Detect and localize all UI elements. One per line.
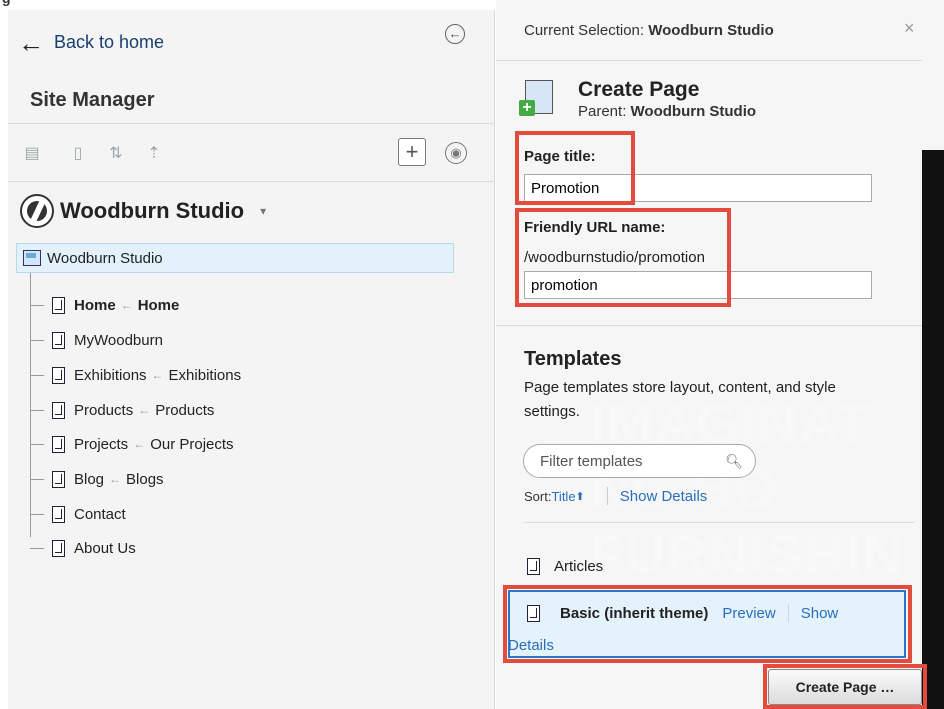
filter-templates-input[interactable]: Filter templates 🔍︎: [523, 444, 756, 478]
sort-label: Sort:: [524, 488, 552, 504]
tree-item-blog[interactable]: Blog ← Blogs: [30, 462, 164, 496]
templates-description: Page templates store layout, content, an…: [524, 379, 836, 420]
tree-item-home[interactable]: Home ← Home: [30, 288, 179, 322]
site-root-icon: [23, 250, 41, 266]
current-selection: Current Selection: Woodburn Studio: [524, 22, 774, 39]
sort-title-link[interactable]: Title: [551, 489, 575, 504]
page-icon: [52, 470, 65, 488]
site-name: Woodburn Studio: [60, 198, 245, 223]
sort-asc-icon[interactable]: ⬆: [576, 490, 585, 503]
tree-item-projects[interactable]: Projects ← Our Projects: [30, 427, 234, 461]
tree-item-label: Products: [74, 401, 134, 419]
site-selector[interactable]: Woodburn Studio ▾: [20, 194, 266, 228]
tree-root-item[interactable]: Woodburn Studio: [16, 243, 454, 273]
tree-item-alias: Home: [137, 296, 180, 314]
move-up-down-icon[interactable]: ⇅: [106, 144, 126, 164]
arrow-left-icon: ←: [109, 472, 122, 486]
tree-item-about-us[interactable]: About Us: [30, 531, 136, 565]
tree-item-contact[interactable]: Contact: [30, 497, 126, 531]
highlight-box: [515, 131, 635, 205]
tree-root-label: Woodburn Studio: [47, 249, 163, 267]
page-icon: [52, 366, 65, 384]
arrow-left-icon: ←: [138, 403, 151, 417]
divider: [8, 123, 495, 124]
tree-item-mywoodburn[interactable]: MyWoodburn: [30, 323, 163, 357]
tree-item-label: Exhibitions: [74, 366, 147, 384]
plus-icon: +: [519, 100, 535, 116]
tree-item-alias: Exhibitions: [168, 366, 242, 384]
tree-item-alias: Products: [155, 401, 215, 419]
tree-item-label: Contact: [74, 505, 126, 523]
arrow-left-icon: ←: [133, 437, 146, 451]
site-map-icon[interactable]: ▤: [22, 144, 42, 164]
filter-placeholder: Filter templates: [540, 452, 643, 470]
tree-item-label: MyWoodburn: [74, 331, 163, 349]
tree-item-products[interactable]: Products ← Products: [30, 393, 214, 427]
highlight-box: [763, 664, 927, 709]
collapse-panel-icon[interactable]: ←: [445, 24, 465, 44]
page-icon: [52, 505, 65, 523]
tree-item-alias: Our Projects: [150, 435, 234, 453]
back-link-label: Back to home: [54, 32, 165, 52]
page-icon: [527, 558, 540, 575]
arrow-left-icon: ←: [151, 368, 164, 382]
page-icon: [52, 331, 65, 349]
divider: [496, 325, 922, 326]
tree-item-label: Blog: [74, 470, 105, 488]
page-icon: [52, 435, 65, 453]
parent-label: Parent:: [578, 103, 631, 120]
panel-title: Site Manager: [30, 89, 155, 111]
highlight-box: [503, 585, 912, 663]
tree-item-label: Projects: [74, 435, 129, 453]
chevron-down-icon[interactable]: ▾: [260, 204, 266, 218]
parent-value: Woodburn Studio: [630, 103, 757, 120]
template-item-articles[interactable]: Articles: [527, 558, 603, 575]
tree-item-label: Home: [74, 296, 116, 314]
current-selection-label: Current Selection:: [524, 22, 649, 39]
page-icon: [52, 401, 65, 419]
globe-icon: [20, 194, 54, 228]
page-icon[interactable]: ▯: [68, 144, 88, 164]
arrow-left-icon: ←: [120, 298, 133, 312]
page-icon: [52, 539, 65, 557]
move-up-icon[interactable]: ⇡: [144, 144, 164, 164]
parent-info: Parent: Woodburn Studio: [578, 103, 756, 120]
page-icon: [52, 296, 65, 314]
sort-row: Sort: Title ⬆ Show Details: [524, 487, 707, 505]
back-to-home-link[interactable]: ← Back to home: [18, 27, 165, 58]
separator: [606, 487, 608, 505]
top-strip-text: g: [2, 0, 11, 6]
template-name: Articles: [554, 558, 604, 575]
divider: [496, 60, 922, 61]
current-selection-value: Woodburn Studio: [648, 22, 774, 39]
banner-line: FURNISHIN: [590, 523, 904, 586]
search-icon: 🔍︎: [725, 452, 743, 469]
add-page-button[interactable]: +: [398, 138, 426, 166]
create-page-title: Create Page: [578, 78, 700, 101]
palette-icon[interactable]: ◉: [445, 142, 467, 164]
tree-item-label: About Us: [74, 539, 136, 557]
templates-heading: Templates: [524, 348, 622, 370]
highlight-box: [515, 208, 731, 307]
arrow-left-icon: ←: [18, 27, 44, 58]
tree-item-exhibitions[interactable]: Exhibitions ← Exhibitions: [30, 358, 241, 392]
tree-item-alias: Blogs: [126, 470, 164, 488]
close-icon[interactable]: ×: [904, 18, 915, 39]
divider: [8, 181, 495, 182]
divider: [524, 522, 914, 523]
show-details-link[interactable]: Show Details: [620, 488, 708, 505]
